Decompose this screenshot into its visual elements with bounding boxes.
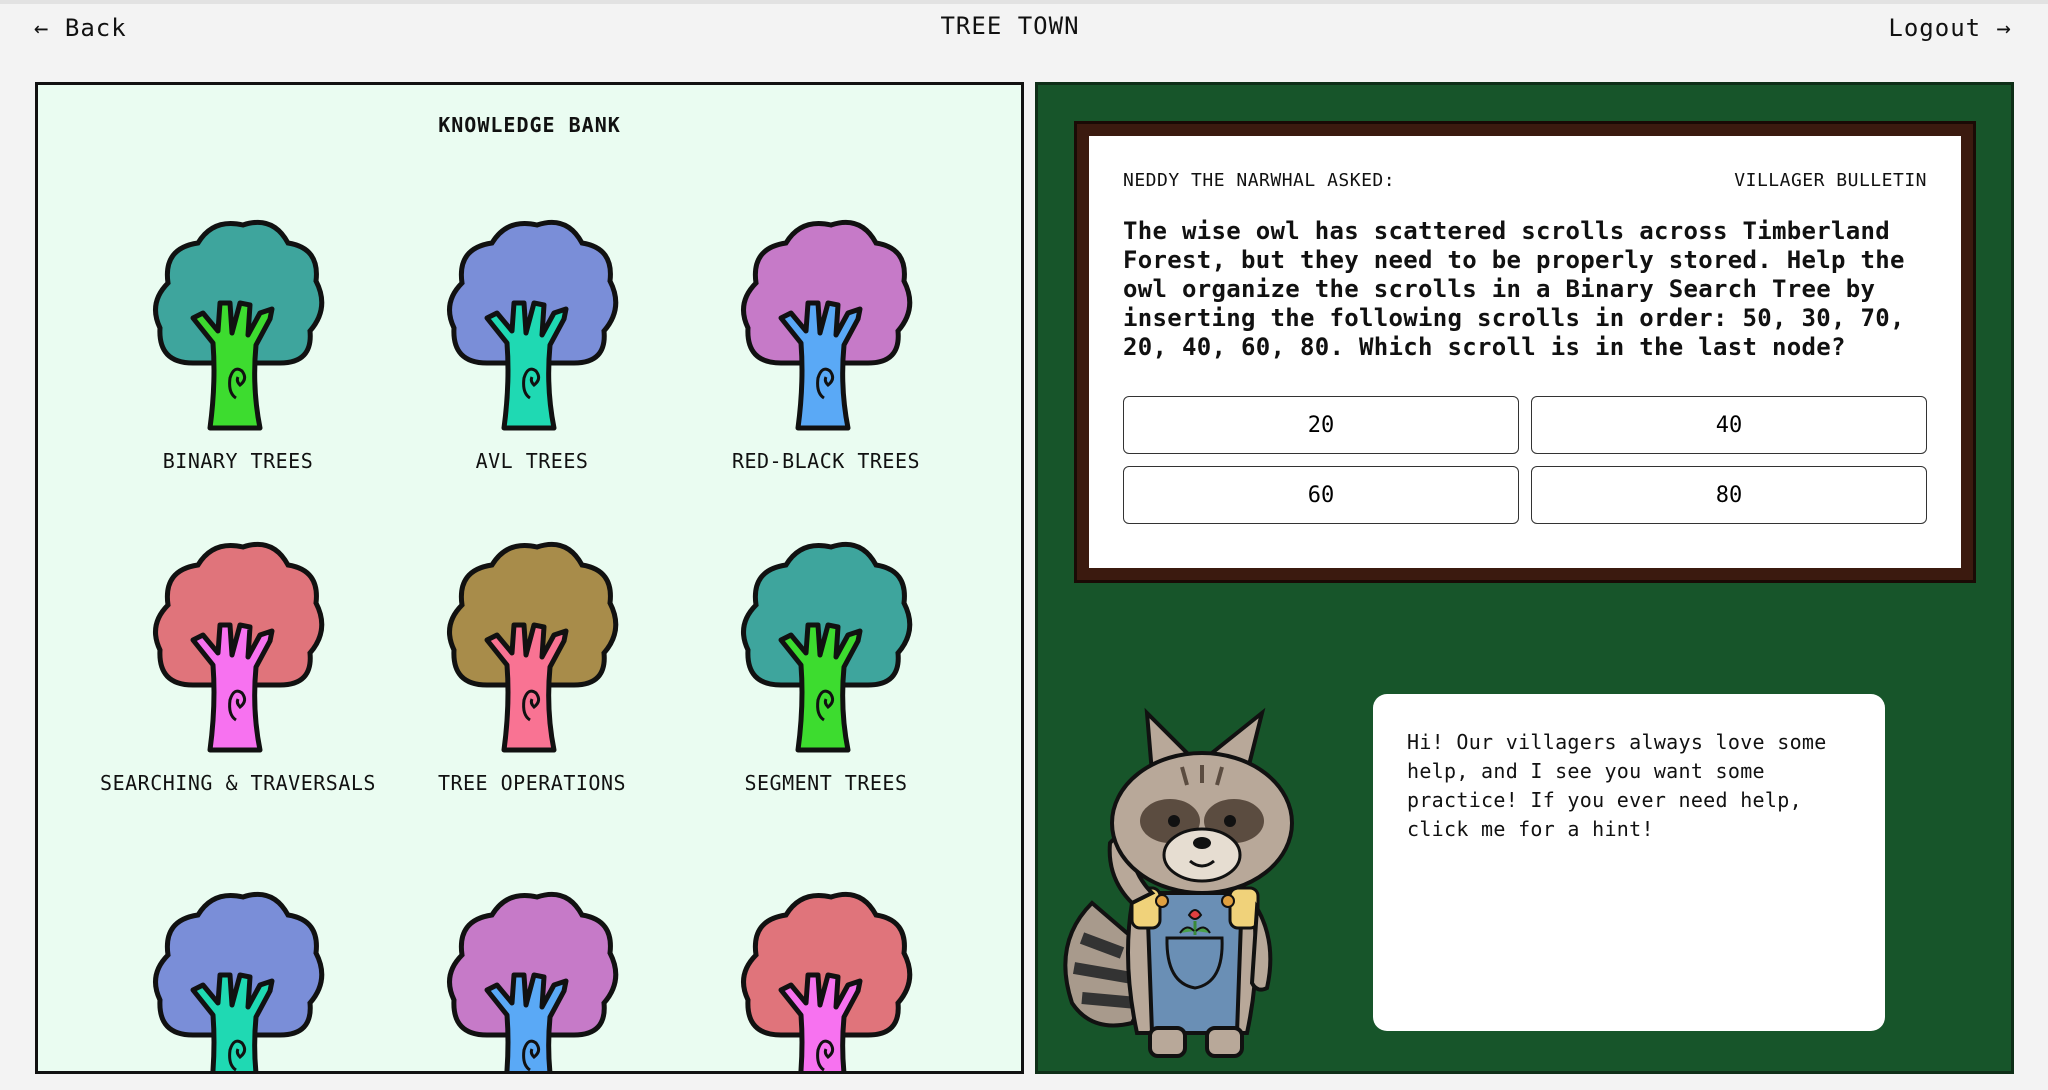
knowledge-bank-title: KNOWLEDGE BANK — [438, 113, 621, 137]
tree-icon — [741, 541, 913, 753]
bulletin-card: NEDDY THE NARWHAL ASKED: VILLAGER BULLET… — [1089, 136, 1961, 568]
knowledge-bank-panel: KNOWLEDGE BANK BINARY TREES AVL TREES RED-… — [35, 82, 1024, 1074]
tree-icon — [153, 891, 325, 1071]
tree-icon — [153, 541, 325, 753]
tree-card[interactable]: BINARY TREES — [93, 213, 383, 476]
tree-card[interactable]: AVL TREES — [387, 213, 677, 476]
tree-label: BINARY TREES — [162, 449, 314, 473]
answer-grid: 20 40 60 80 — [1123, 396, 1927, 524]
asker-label: NEDDY THE NARWHAL ASKED: — [1123, 170, 1396, 191]
page-title: TREE TOWN — [940, 12, 1080, 40]
tree-icon — [153, 219, 325, 431]
tree-label: TREE OPERATIONS — [437, 771, 627, 795]
tree-icon — [741, 891, 913, 1071]
top-divider — [0, 0, 2048, 4]
answer-button-2[interactable]: 40 — [1531, 396, 1927, 454]
tree-label: AVL TREES — [475, 449, 589, 473]
tree-label: SEARCHING & TRAVERSALS — [100, 771, 376, 795]
tree-card[interactable]: SEARCHING & TRAVERSALS — [93, 535, 383, 798]
logout-button[interactable]: Logout → — [1888, 14, 2012, 42]
tree-card[interactable] — [681, 885, 971, 1071]
quiz-board: NEDDY THE NARWHAL ASKED: VILLAGER BULLET… — [1035, 82, 2014, 1074]
answer-button-1[interactable]: 20 — [1123, 396, 1519, 454]
tree-card[interactable]: RED-BLACK TREES — [681, 213, 971, 476]
tree-icon — [447, 891, 619, 1071]
hint-speech-bubble: Hi! Our villagers always love some help,… — [1373, 694, 1885, 1031]
raccoon-helper-icon[interactable] — [1052, 703, 1342, 1073]
answer-button-3[interactable]: 60 — [1123, 466, 1519, 524]
bulletin-name: VILLAGER BULLETIN — [1734, 170, 1927, 191]
bulletin-frame: NEDDY THE NARWHAL ASKED: VILLAGER BULLET… — [1074, 121, 1976, 583]
question-text: The wise owl has scattered scrolls acros… — [1123, 217, 1905, 361]
tree-icon — [447, 541, 619, 753]
bulletin-header: NEDDY THE NARWHAL ASKED: VILLAGER BULLET… — [1123, 170, 1927, 191]
tree-icon — [741, 219, 913, 431]
answer-button-4[interactable]: 80 — [1531, 466, 1927, 524]
tree-icon — [447, 219, 619, 431]
tree-card[interactable]: TREE OPERATIONS — [387, 535, 677, 798]
tree-label: RED-BLACK TREES — [731, 449, 921, 473]
tree-card[interactable] — [93, 885, 383, 1071]
tree-card[interactable] — [387, 885, 677, 1071]
tree-card[interactable]: SEGMENT TREES — [681, 535, 971, 798]
tree-label: SEGMENT TREES — [744, 771, 908, 795]
